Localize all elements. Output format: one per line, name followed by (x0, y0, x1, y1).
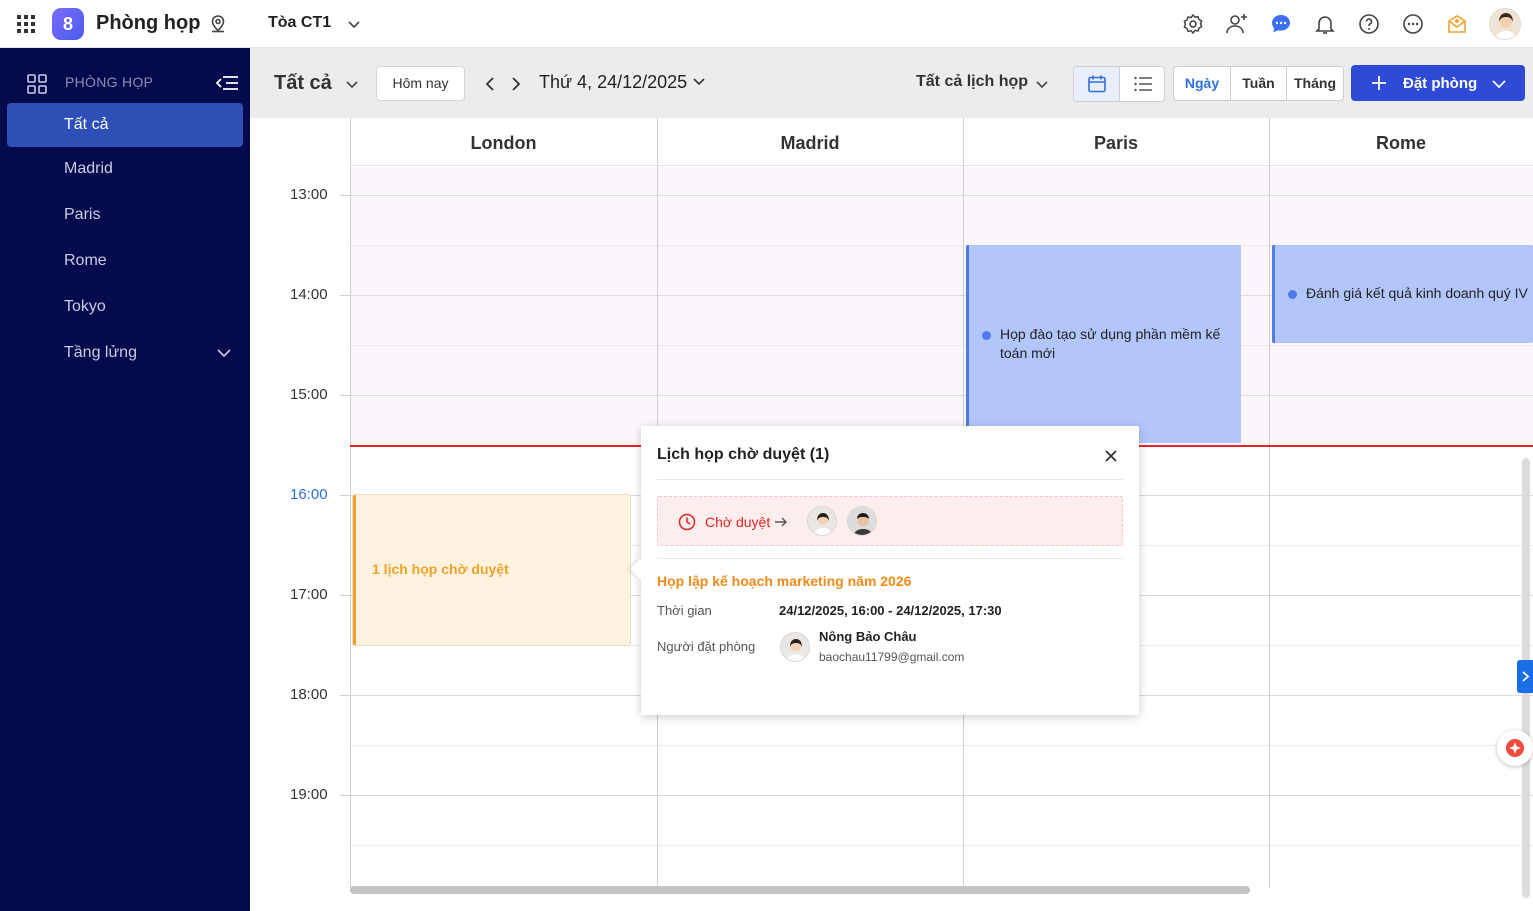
add-user-icon[interactable] (1225, 12, 1249, 36)
chevron-down-icon[interactable] (344, 76, 360, 92)
meeting-title[interactable]: Họp lập kế hoạch marketing năm 2026 (657, 573, 911, 589)
room-filter[interactable]: Tất cả (274, 72, 332, 95)
sidebar-item-madrid[interactable]: Madrid (7, 147, 243, 191)
pending-meetings-popover: Lịch họp chờ duyệt (1) Chờ duyệt Họp lập… (630, 426, 1139, 715)
time-label-current: 16:00 (290, 486, 328, 503)
approver-avatar[interactable] (807, 506, 837, 536)
collapse-sidebar-icon[interactable] (214, 72, 240, 94)
sidebar-item-tokyo[interactable]: Tokyo (7, 285, 243, 329)
expand-panel-tab[interactable] (1517, 660, 1533, 693)
event-rome[interactable]: Đánh giá kết quả kinh doanh quý IV (1272, 245, 1533, 343)
help-icon[interactable] (1357, 12, 1381, 36)
time-label: 17:00 (290, 586, 328, 603)
sidebar: PHÒNG HỌP Tất cả Madrid Paris Rome Tokyo… (0, 48, 250, 911)
chevron-left-icon[interactable] (482, 75, 500, 93)
book-room-label: Đặt phòng (1403, 75, 1478, 92)
list-icon (1134, 76, 1152, 92)
view-toggle (1073, 66, 1165, 102)
sidebar-item-paris[interactable]: Paris (7, 193, 243, 237)
booker-email: baochau11799@gmail.com (819, 650, 965, 664)
sidebar-item-rome[interactable]: Rome (7, 239, 243, 283)
calendar-toolbar: Tất cả Hôm nay Thứ 4, 24/12/2025 Tất cả … (250, 48, 1533, 118)
time-label: 18:00 (290, 686, 328, 703)
mode-month-button[interactable]: Tháng (1287, 67, 1343, 100)
room-header-paris: Paris (963, 118, 1269, 166)
grid-icon (27, 74, 47, 94)
chevron-down-icon[interactable] (346, 16, 362, 32)
user-avatar[interactable] (1489, 8, 1521, 40)
close-icon[interactable] (1103, 448, 1119, 464)
room-header-london: London (350, 118, 657, 166)
view-mode-switch: Ngày Tuần Tháng (1173, 66, 1344, 101)
chevron-right-icon[interactable] (506, 75, 524, 93)
mode-day-button[interactable]: Ngày (1174, 67, 1230, 100)
support-button[interactable] (1497, 730, 1533, 766)
event-title: Họp đào tạo sử dụng phần mềm kế toán mới (1000, 326, 1221, 361)
list-view-button[interactable] (1120, 67, 1164, 101)
today-button[interactable]: Hôm nay (376, 66, 465, 101)
chevron-right-icon (1522, 671, 1530, 682)
booker-field-label: Người đặt phòng (657, 639, 756, 654)
bell-icon[interactable] (1313, 12, 1337, 36)
room-header-madrid: Madrid (657, 118, 963, 166)
status-label: Chờ duyệt (705, 514, 771, 530)
sidebar-heading: PHÒNG HỌP (65, 74, 154, 90)
time-field-value: 24/12/2025, 16:00 - 24/12/2025, 17:30 (779, 603, 1002, 618)
book-room-button[interactable]: Đặt phòng (1351, 65, 1525, 101)
meeting-filter[interactable]: Tất cả lịch họp (916, 73, 1028, 91)
pending-count-label: 1 lịch họp chờ duyệt (372, 561, 509, 577)
chevron-down-icon[interactable] (216, 345, 232, 361)
mode-week-button[interactable]: Tuần (1231, 67, 1286, 100)
horizontal-scrollbar[interactable] (350, 886, 1250, 894)
arrow-right-icon (775, 517, 787, 527)
more-icon[interactable] (1401, 12, 1425, 36)
status-row[interactable]: Chờ duyệt (657, 496, 1123, 546)
approver-avatar[interactable] (847, 506, 877, 536)
time-label: 15:00 (290, 386, 328, 403)
top-bar: 8 Phòng họp Tòa CT1 (0, 0, 1533, 48)
app-title: Phòng họp (96, 12, 201, 34)
building-selector[interactable]: Tòa CT1 (268, 14, 331, 32)
location-icon[interactable] (208, 14, 228, 34)
sidebar-item-all[interactable]: Tất cả (7, 103, 243, 147)
gift-icon[interactable] (1445, 12, 1469, 36)
event-title: Đánh giá kết quả kinh doanh quý IV (1306, 285, 1528, 301)
chat-icon[interactable] (1269, 12, 1293, 36)
sidebar-item-mezzanine[interactable]: Tầng lửng (7, 331, 243, 375)
settings-icon[interactable] (1181, 12, 1205, 36)
event-paris[interactable]: Họp đào tạo sử dụng phần mềm kế toán mới (966, 245, 1241, 443)
date-picker[interactable]: Thứ 4, 24/12/2025 (539, 72, 687, 93)
event-dot (1288, 290, 1297, 299)
clock-icon (678, 513, 696, 531)
time-label: 14:00 (290, 286, 328, 303)
popover-title: Lịch họp chờ duyệt (1) (657, 446, 830, 463)
plus-icon (1372, 76, 1386, 90)
calendar-icon (1088, 75, 1106, 93)
pending-meetings-block[interactable]: 1 lịch họp chờ duyệt (353, 495, 630, 645)
apps-grid-icon[interactable] (17, 15, 35, 33)
chevron-down-icon[interactable] (1034, 76, 1050, 92)
chevron-down-icon[interactable] (1491, 76, 1507, 92)
event-dot (982, 331, 991, 340)
booker-avatar (780, 632, 810, 662)
calendar-view-button[interactable] (1074, 67, 1120, 101)
chevron-down-icon[interactable] (692, 74, 706, 88)
booker-name: Nông Bảo Châu (819, 629, 917, 644)
app-logo[interactable]: 8 (52, 8, 84, 40)
time-field-label: Thời gian (657, 603, 712, 618)
support-icon (1506, 739, 1524, 757)
time-label: 13:00 (290, 186, 328, 203)
room-header-rome: Rome (1269, 118, 1533, 166)
time-label: 19:00 (290, 786, 328, 803)
